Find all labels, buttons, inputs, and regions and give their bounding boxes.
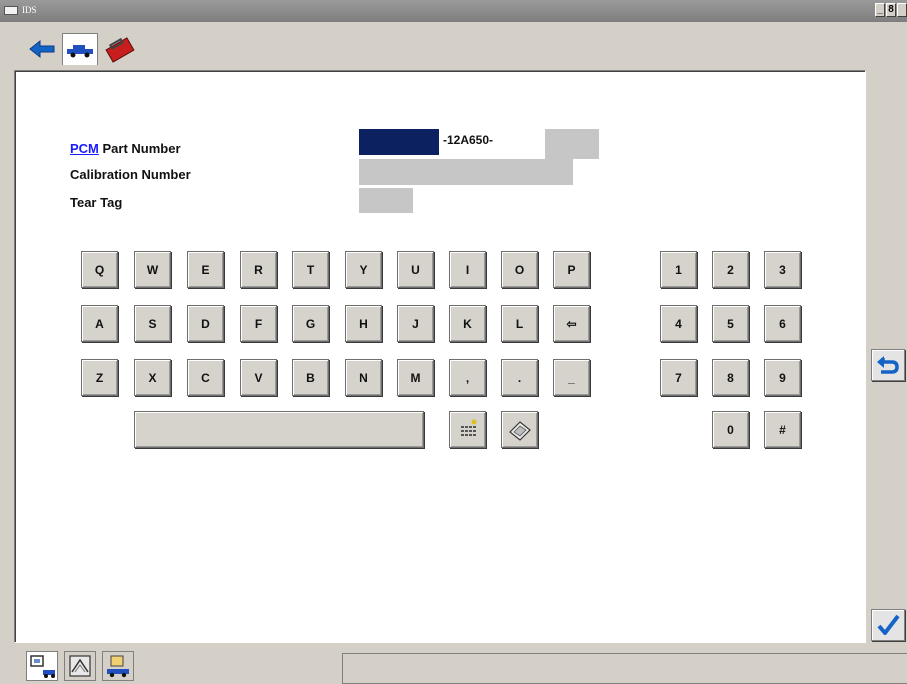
key-f[interactable]: F <box>240 305 277 342</box>
key-n[interactable]: N <box>345 359 382 396</box>
key-period[interactable]: . <box>501 359 538 396</box>
key-j[interactable]: J <box>397 305 434 342</box>
key-y[interactable]: Y <box>345 251 382 288</box>
key-8[interactable]: 8 <box>712 359 749 396</box>
keypad-icon <box>460 419 476 436</box>
status-field <box>342 653 907 684</box>
key-t[interactable]: T <box>292 251 329 288</box>
key-o[interactable]: O <box>501 251 538 288</box>
confirm-button[interactable] <box>871 609 905 641</box>
keypad-toggle-key[interactable] <box>449 411 486 448</box>
key-1[interactable]: 1 <box>660 251 697 288</box>
key-z[interactable]: Z <box>81 359 118 396</box>
key-comma[interactable]: , <box>449 359 486 396</box>
session-info-tab[interactable] <box>26 651 58 681</box>
network-tab[interactable] <box>64 651 96 681</box>
part-number-base: -12A650- <box>443 133 494 147</box>
part-number-label: Part Number <box>98 141 181 156</box>
key-2[interactable]: 2 <box>712 251 749 288</box>
key-a[interactable]: A <box>81 305 118 342</box>
key-7[interactable]: 7 <box>660 359 697 396</box>
key-w[interactable]: W <box>134 251 171 288</box>
key-k[interactable]: K <box>449 305 486 342</box>
part-number-suffix-field[interactable] <box>545 129 599 159</box>
session-info-icon <box>30 655 55 678</box>
key-5[interactable]: 5 <box>712 305 749 342</box>
window-title: IDS <box>22 5 37 15</box>
part-number-prefix-field[interactable] <box>359 129 439 155</box>
part-number-label-row: PCM Part Number <box>70 141 181 156</box>
checkmark-icon <box>877 614 900 635</box>
toolbox-tab[interactable] <box>102 33 138 65</box>
key-hash[interactable]: # <box>764 411 801 448</box>
alpha-keyboard-icon <box>508 420 531 441</box>
key-p[interactable]: P <box>553 251 590 288</box>
close-button[interactable] <box>897 3 907 17</box>
calibration-number-label: Calibration Number <box>70 167 191 182</box>
back-tab[interactable] <box>24 33 60 65</box>
tear-tag-label: Tear Tag <box>70 195 123 210</box>
vehicle-icon <box>67 45 93 58</box>
key-q[interactable]: Q <box>81 251 118 288</box>
key-i[interactable]: I <box>449 251 486 288</box>
vehicle-data-tab[interactable] <box>102 651 134 681</box>
key-0[interactable]: 0 <box>712 411 749 448</box>
key-x[interactable]: X <box>134 359 171 396</box>
alpha-keyboard-key[interactable] <box>501 411 538 448</box>
key-9[interactable]: 9 <box>764 359 801 396</box>
back-arrow-icon <box>29 39 55 59</box>
return-arrow-icon <box>877 356 899 374</box>
key-underscore[interactable]: _ <box>553 359 590 396</box>
key-v[interactable]: V <box>240 359 277 396</box>
key-l[interactable]: L <box>501 305 538 342</box>
window-controls: _ 8 <box>875 3 907 17</box>
main-panel: PCM Part Number Calibration Number Tear … <box>14 70 866 643</box>
key-3[interactable]: 3 <box>764 251 801 288</box>
key-c[interactable]: C <box>187 359 224 396</box>
key-r[interactable]: R <box>240 251 277 288</box>
key-g[interactable]: G <box>292 305 329 342</box>
vehicle-data-icon <box>107 655 129 678</box>
backspace-key[interactable]: ⇦ <box>553 305 590 342</box>
vehicle-tab[interactable] <box>62 33 98 65</box>
key-4[interactable]: 4 <box>660 305 697 342</box>
minimize-button[interactable]: _ <box>875 3 885 17</box>
bottom-bar <box>0 645 907 684</box>
maximize-button[interactable]: 8 <box>886 3 896 17</box>
key-u[interactable]: U <box>397 251 434 288</box>
key-s[interactable]: S <box>134 305 171 342</box>
space-key[interactable] <box>134 411 424 448</box>
key-b[interactable]: B <box>292 359 329 396</box>
app-icon <box>4 6 18 15</box>
network-icon <box>69 655 91 677</box>
calibration-number-field[interactable] <box>359 159 573 185</box>
title-bar: IDS _ 8 <box>0 0 907 22</box>
toolbox-icon <box>105 37 135 63</box>
key-h[interactable]: H <box>345 305 382 342</box>
key-m[interactable]: M <box>397 359 434 396</box>
key-e[interactable]: E <box>187 251 224 288</box>
key-d[interactable]: D <box>187 305 224 342</box>
return-button[interactable] <box>871 349 905 381</box>
pcm-link[interactable]: PCM <box>70 141 99 156</box>
top-toolbar <box>0 22 907 66</box>
tear-tag-field[interactable] <box>359 188 413 213</box>
key-6[interactable]: 6 <box>764 305 801 342</box>
